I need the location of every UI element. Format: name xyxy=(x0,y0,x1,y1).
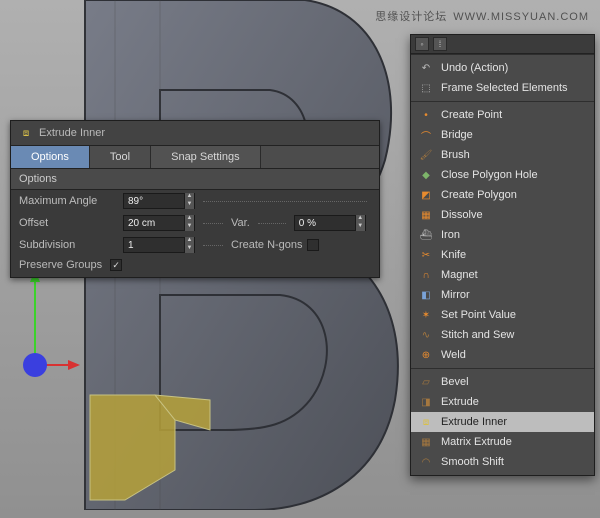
weld-icon: ⊕ xyxy=(419,348,433,362)
input-subdivision[interactable]: 1▲▼ xyxy=(123,237,195,253)
menu-grip-icon[interactable]: ⁞ xyxy=(433,37,447,51)
menu-item-extrude-inner[interactable]: ⧈ Extrude Inner xyxy=(411,412,594,432)
menu-item-knife[interactable]: ✂ Knife xyxy=(411,245,594,265)
menu-item-label: Extrude Inner xyxy=(441,416,507,428)
menu-item-brush[interactable]: 🖌 Brush xyxy=(411,145,594,165)
menu-item-bevel[interactable]: ▱ Bevel xyxy=(411,372,594,392)
menu-item-stitch-and-sew[interactable]: ∿ Stitch and Sew xyxy=(411,325,594,345)
menu-item-close-polygon-hole[interactable]: ◆ Close Polygon Hole xyxy=(411,165,594,185)
menu-item-label: Dissolve xyxy=(441,209,483,221)
menu-item-extrude[interactable]: ◨ Extrude xyxy=(411,392,594,412)
options-section-header: Options xyxy=(11,168,379,190)
checkbox-create-ngons[interactable] xyxy=(307,239,319,251)
menu-item-label: Frame Selected Elements xyxy=(441,82,568,94)
bridge-icon: ⌒ xyxy=(419,128,433,142)
menu-item-label: Bevel xyxy=(441,376,469,388)
create-point-icon: • xyxy=(419,108,433,122)
tab-options[interactable]: Options xyxy=(11,146,90,168)
menu-item-label: Matrix Extrude xyxy=(441,436,512,448)
menu-item-label: Stitch and Sew xyxy=(441,329,514,341)
menu-item-label: Brush xyxy=(441,149,470,161)
menu-item-label: Undo (Action) xyxy=(441,62,508,74)
context-menu: ◦ ⁞ ↶ Undo (Action) ⬚ Frame Selected Elemen… xyxy=(410,34,595,476)
close-poly-icon: ◆ xyxy=(419,168,433,182)
frame-icon: ⬚ xyxy=(419,81,433,95)
panel-tabs: Options Tool Snap Settings xyxy=(11,146,379,168)
menu-item-label: Create Polygon xyxy=(441,189,517,201)
menu-item-label: Weld xyxy=(441,349,466,361)
menu-item-create-polygon[interactable]: ◩ Create Polygon xyxy=(411,185,594,205)
input-var[interactable]: 0 %▲▼ xyxy=(294,215,366,231)
axis-gizmo[interactable] xyxy=(20,270,80,380)
label-var: Var. xyxy=(231,217,250,229)
menu-item-frame-selected-elements[interactable]: ⬚ Frame Selected Elements xyxy=(411,78,594,98)
extrude-inner-icon: ⧈ xyxy=(19,126,33,140)
iron-icon: ⛴ xyxy=(419,228,433,242)
label-max-angle: Maximum Angle xyxy=(19,195,119,207)
knife-icon: ✂ xyxy=(419,248,433,262)
label-offset: Offset xyxy=(19,217,119,229)
menu-item-label: Extrude xyxy=(441,396,479,408)
create-poly-icon: ◩ xyxy=(419,188,433,202)
menu-item-label: Close Polygon Hole xyxy=(441,169,538,181)
menu-item-label: Set Point Value xyxy=(441,309,516,321)
menu-item-weld[interactable]: ⊕ Weld xyxy=(411,345,594,365)
menu-header: ◦ ⁞ xyxy=(411,35,594,54)
label-preserve-groups: Preserve Groups xyxy=(19,259,102,271)
menu-item-label: Magnet xyxy=(441,269,478,281)
menu-item-label: Smooth Shift xyxy=(441,456,504,468)
tab-snap-settings[interactable]: Snap Settings xyxy=(151,146,261,168)
extrude-icon: ◨ xyxy=(419,395,433,409)
input-offset[interactable]: 20 cm▲▼ xyxy=(123,215,195,231)
tab-tool[interactable]: Tool xyxy=(90,146,151,168)
menu-item-smooth-shift[interactable]: ◠ Smooth Shift xyxy=(411,452,594,472)
mirror-icon: ◧ xyxy=(419,288,433,302)
input-max-angle[interactable]: 89°▲▼ xyxy=(123,193,195,209)
menu-item-label: Iron xyxy=(441,229,460,241)
menu-item-label: Create Point xyxy=(441,109,502,121)
label-subdivision: Subdivision xyxy=(19,239,119,251)
menu-item-mirror[interactable]: ◧ Mirror xyxy=(411,285,594,305)
menu-item-iron[interactable]: ⛴ Iron xyxy=(411,225,594,245)
panel-title-text: Extrude Inner xyxy=(39,127,105,139)
menu-item-bridge[interactable]: ⌒ Bridge xyxy=(411,125,594,145)
menu-item-magnet[interactable]: ∩ Magnet xyxy=(411,265,594,285)
menu-item-create-point[interactable]: • Create Point xyxy=(411,105,594,125)
undo-icon: ↶ xyxy=(419,61,433,75)
extrude-inner-icon: ⧈ xyxy=(419,415,433,429)
brush-icon: 🖌 xyxy=(419,148,433,162)
stitch-icon: ∿ xyxy=(419,328,433,342)
label-create-ngons: Create N-gons xyxy=(231,239,303,251)
menu-item-label: Knife xyxy=(441,249,466,261)
dissolve-icon: ▦ xyxy=(419,208,433,222)
smooth-icon: ◠ xyxy=(419,455,433,469)
menu-item-label: Bridge xyxy=(441,129,473,141)
menu-item-undo-action-[interactable]: ↶ Undo (Action) xyxy=(411,58,594,78)
magnet-icon: ∩ xyxy=(419,268,433,282)
checkbox-preserve-groups[interactable]: ✓ xyxy=(110,259,122,271)
set-point-icon: ✶ xyxy=(419,308,433,322)
extrude-inner-panel: ⧈ Extrude Inner Options Tool Snap Settin… xyxy=(10,120,380,278)
menu-item-set-point-value[interactable]: ✶ Set Point Value xyxy=(411,305,594,325)
panel-titlebar[interactable]: ⧈ Extrude Inner xyxy=(11,121,379,146)
bevel-icon: ▱ xyxy=(419,375,433,389)
matrix-icon: ▦ xyxy=(419,435,433,449)
menu-item-dissolve[interactable]: ▦ Dissolve xyxy=(411,205,594,225)
menu-item-label: Mirror xyxy=(441,289,470,301)
menu-item-matrix-extrude[interactable]: ▦ Matrix Extrude xyxy=(411,432,594,452)
menu-pin-icon[interactable]: ◦ xyxy=(415,37,429,51)
watermark: 思缘设计论坛WWW.MISSYUAN.COM xyxy=(375,8,595,24)
